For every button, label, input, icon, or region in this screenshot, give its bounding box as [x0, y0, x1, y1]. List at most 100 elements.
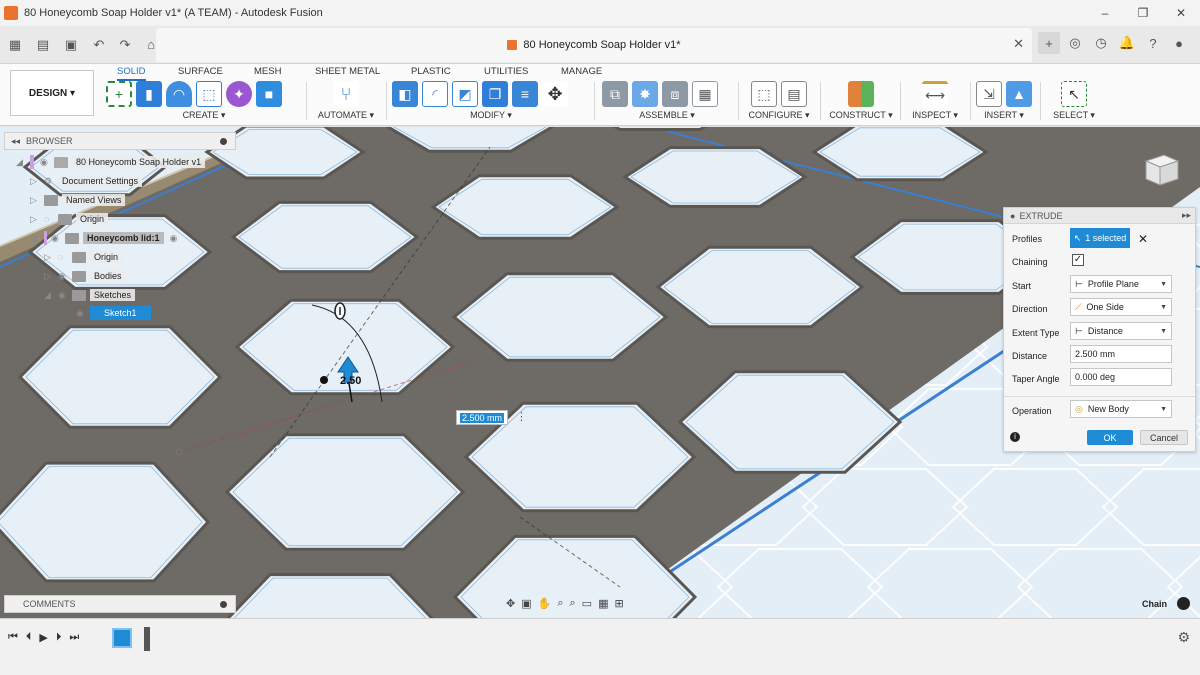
chain-icon[interactable]	[1177, 597, 1190, 610]
visibility-eye-icon[interactable]: ◉	[40, 157, 54, 168]
shell-icon[interactable]: ≡	[512, 81, 538, 107]
measure-icon[interactable]: ⟷	[922, 81, 948, 107]
tree-item-origin[interactable]: ▷ ◌ Origin	[30, 210, 109, 228]
table-icon[interactable]: ▦	[692, 81, 718, 107]
ok-button[interactable]: OK	[1087, 430, 1133, 445]
tree-item-sketch1[interactable]: ◉ Sketch1	[76, 304, 151, 322]
expand-icon[interactable]: ◢	[16, 157, 30, 168]
timeline-next-icon[interactable]: ⏵	[56, 631, 62, 644]
tab-mesh[interactable]: MESH	[254, 66, 281, 77]
automate-icon[interactable]: ⑂	[333, 81, 359, 107]
tab-solid[interactable]: SOLID	[117, 66, 146, 81]
zoom-window-icon[interactable]: ⌕	[570, 597, 576, 610]
grid-settings-icon[interactable]: ▦	[598, 597, 608, 610]
tree-item-document-settings[interactable]: ▷ ⚙ Document Settings	[30, 172, 143, 190]
undo-icon[interactable]: ↶	[88, 34, 110, 56]
expand-icon[interactable]: ◢	[44, 290, 58, 301]
select-group-label[interactable]: SELECT ▾	[1044, 110, 1104, 121]
expand-icon[interactable]: ▷	[44, 271, 58, 282]
configure-group-label[interactable]: CONFIGURE ▾	[744, 110, 814, 121]
comments-add-icon[interactable]	[220, 601, 227, 608]
expand-icon[interactable]: ▷	[30, 195, 44, 206]
job-status-icon[interactable]: ◷	[1090, 32, 1112, 54]
direction-select[interactable]: ⟋ One Side ▼	[1070, 298, 1172, 316]
tree-item-sketches[interactable]: ◢ ◉ Sketches	[44, 286, 136, 304]
as-built-joint-icon[interactable]: ⧈	[662, 81, 688, 107]
taper-angle-input[interactable]: 0.000 deg	[1070, 368, 1172, 386]
workspace-switcher[interactable]: DESIGN ▾	[10, 70, 94, 116]
info-icon[interactable]: i	[1010, 432, 1020, 442]
notifications-icon[interactable]: 🔔	[1116, 32, 1138, 54]
configure-table-icon[interactable]: ▤	[781, 81, 807, 107]
construct-plane-icon[interactable]	[848, 81, 874, 107]
timeline-end-icon[interactable]: ⏭	[69, 631, 79, 644]
operation-select[interactable]: ◎ New Body ▼	[1070, 400, 1172, 418]
tab-surface[interactable]: SURFACE	[178, 66, 223, 77]
timeline-sketch-feature-icon[interactable]	[112, 628, 132, 648]
close-tab-icon[interactable]: ✕	[1013, 36, 1024, 52]
new-component-icon[interactable]: ⧉	[602, 81, 628, 107]
joint-icon[interactable]: ✸	[632, 81, 658, 107]
distance-input[interactable]: 2.500 mm	[1070, 345, 1172, 363]
extrude-icon[interactable]: ▮	[136, 81, 162, 107]
select-icon[interactable]: ↖	[1061, 81, 1087, 107]
revolve-icon[interactable]: ◠	[166, 81, 192, 107]
timeline-prev-icon[interactable]: ⏴	[26, 631, 32, 644]
pan-icon[interactable]: ✋	[538, 597, 552, 610]
modify-group-label[interactable]: MODIFY ▾	[392, 110, 590, 121]
create-group-label[interactable]: CREATE ▾	[106, 110, 302, 121]
construct-group-label[interactable]: CONSTRUCT ▾	[826, 110, 896, 121]
document-tab[interactable]: 80 Honeycomb Soap Holder v1* ✕	[156, 28, 1032, 62]
profiles-selector[interactable]: ↖ 1 selected	[1070, 228, 1130, 248]
tab-sheet-metal[interactable]: SHEET METAL	[315, 66, 380, 77]
visibility-eye-icon[interactable]: ◉	[58, 271, 72, 282]
create-sketch-icon[interactable]: +	[106, 81, 132, 107]
chaining-checkbox[interactable]: ✓	[1072, 254, 1084, 266]
browser-header[interactable]: ◂◂ BROWSER	[4, 132, 236, 150]
automate-group-label[interactable]: AUTOMATE ▾	[310, 110, 382, 121]
new-tab-icon[interactable]: +	[1038, 32, 1060, 54]
extensions-icon[interactable]: ◎	[1064, 32, 1086, 54]
combine-icon[interactable]: ❐	[482, 81, 508, 107]
look-at-icon[interactable]: ▣	[521, 597, 531, 610]
help-icon[interactable]: ?	[1142, 32, 1164, 54]
tab-plastic[interactable]: PLASTIC	[411, 66, 451, 77]
activate-radio-icon[interactable]: ◉	[170, 233, 184, 244]
timeline-play-icon[interactable]: ▶	[39, 631, 47, 644]
expand-icon[interactable]: ◢	[30, 233, 44, 244]
expand-dialog-icon[interactable]: ▸▸	[1182, 210, 1191, 221]
save-icon[interactable]: ▣	[60, 34, 82, 56]
timeline-settings-gear-icon[interactable]: ⚙	[1177, 629, 1190, 646]
timeline-start-icon[interactable]: ⏮	[8, 631, 18, 644]
cancel-button[interactable]: Cancel	[1140, 430, 1188, 445]
tree-item-named-views[interactable]: ▷ Named Views	[30, 191, 126, 209]
input-options-icon[interactable]: ⋮	[516, 410, 527, 423]
avatar-icon[interactable]: ●	[1168, 32, 1190, 54]
display-settings-icon[interactable]: ▭	[582, 597, 592, 610]
maximize-button[interactable]: ❐	[1124, 0, 1162, 26]
minimize-button[interactable]: –	[1086, 0, 1124, 26]
visibility-eye-icon[interactable]: ◉	[58, 290, 72, 301]
visibility-eye-icon[interactable]: ◉	[76, 308, 90, 319]
tab-utilities[interactable]: UTILITIES	[484, 66, 528, 77]
extrude-header[interactable]: ● EXTRUDE ▸▸	[1004, 208, 1195, 224]
viewports-icon[interactable]: ⊞	[614, 597, 623, 610]
comments-panel[interactable]: COMMENTS	[4, 595, 236, 613]
move-icon[interactable]: ✥	[542, 81, 568, 107]
insert-image-icon[interactable]: ▲	[1006, 81, 1032, 107]
inspect-group-label[interactable]: INSPECT ▾	[904, 110, 966, 121]
configure-icon[interactable]: ⬚	[751, 81, 777, 107]
tree-item-honeycomb-lid[interactable]: ◢ ◉ Honeycomb lid:1 ◉	[30, 229, 184, 247]
close-window-button[interactable]: ✕	[1162, 0, 1200, 26]
zoom-icon[interactable]: ⌕	[557, 597, 563, 610]
start-select[interactable]: ⊢ Profile Plane ▼	[1070, 275, 1172, 293]
expand-icon[interactable]: ▷	[44, 252, 58, 263]
visibility-eye-icon[interactable]: ◉	[51, 233, 65, 244]
fillet-icon[interactable]: ◜	[422, 81, 448, 107]
tab-manage[interactable]: MANAGE	[561, 66, 602, 77]
app-grid-icon[interactable]: ▦	[4, 34, 26, 56]
timeline-marker[interactable]	[144, 627, 150, 651]
sketch-origin-point[interactable]	[320, 376, 328, 384]
visibility-eye-hidden-icon[interactable]: ◌	[44, 214, 58, 224]
expand-icon[interactable]: ▷	[30, 214, 44, 225]
